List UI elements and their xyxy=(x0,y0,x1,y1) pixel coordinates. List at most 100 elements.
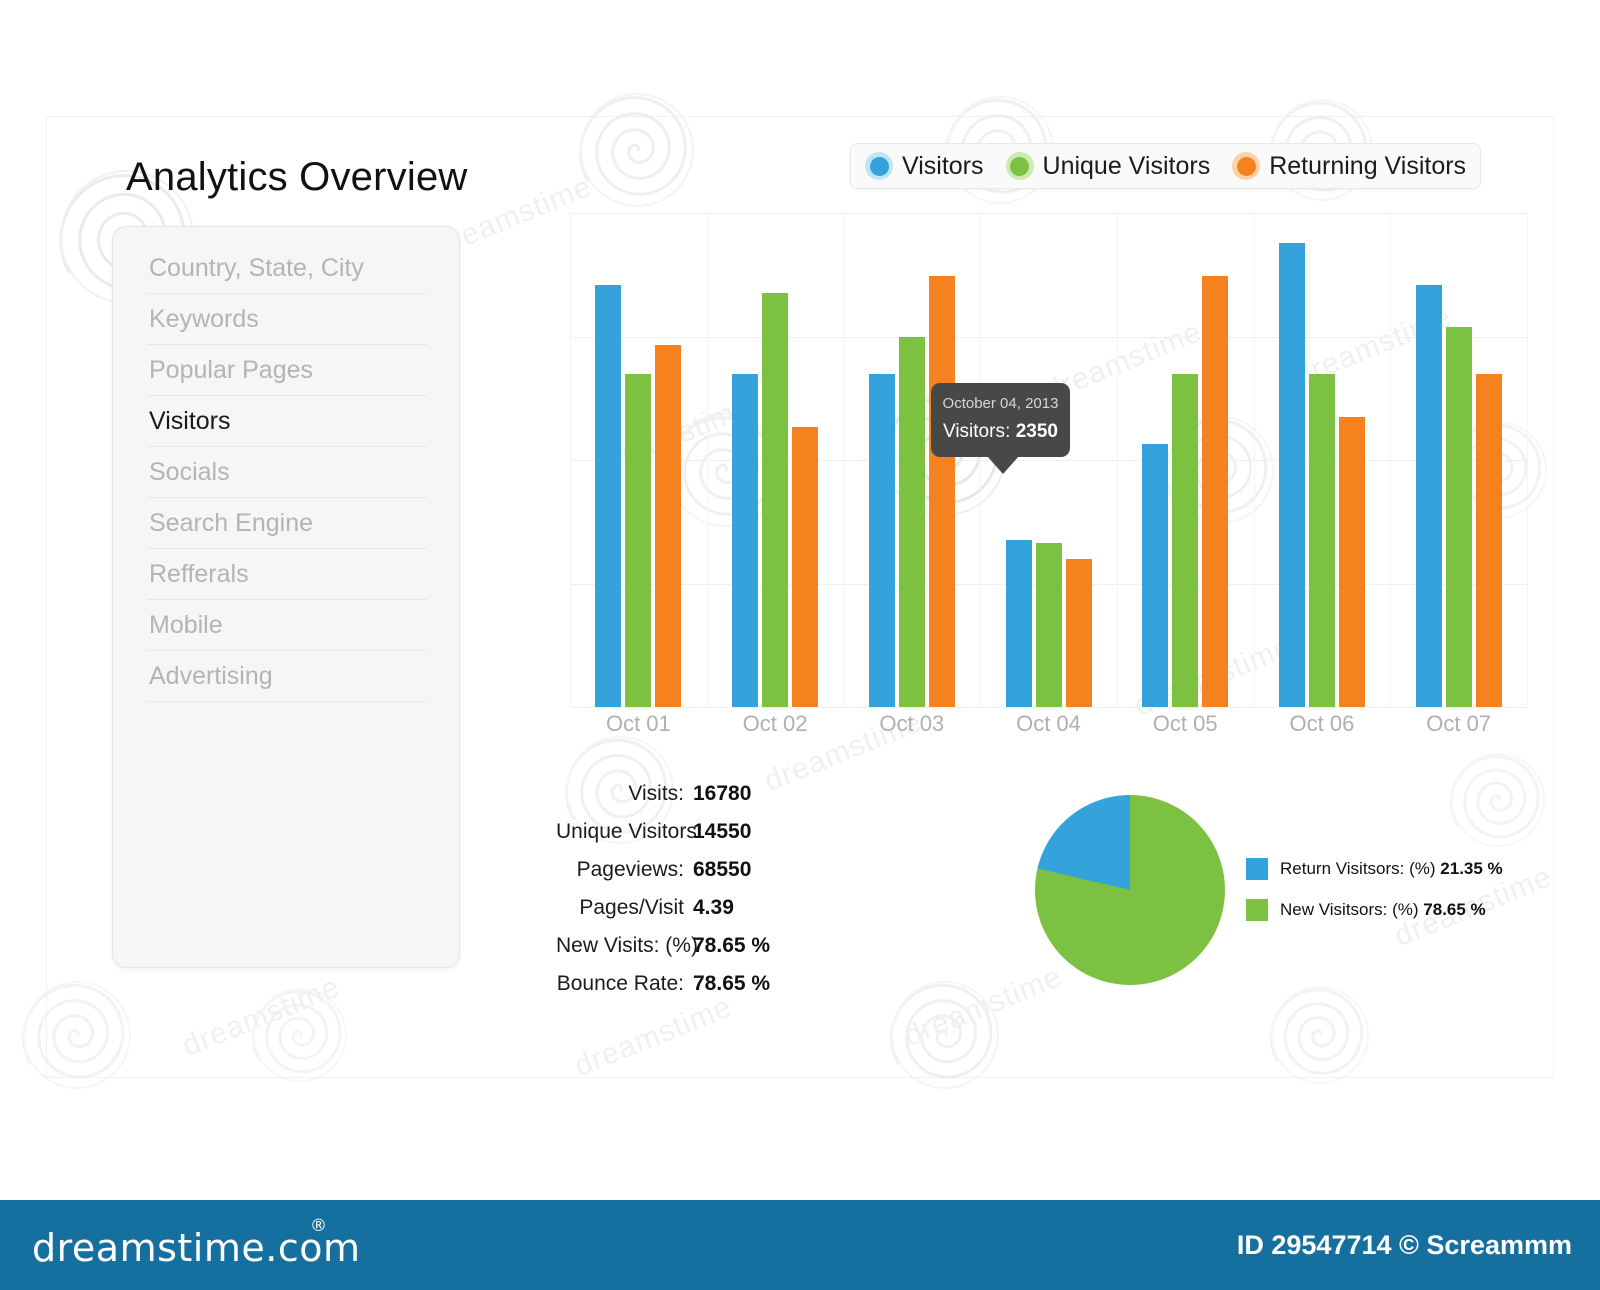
bar-group-oct-01 xyxy=(595,213,682,707)
stat-row: Pages/Visit 4.39 xyxy=(556,896,786,934)
gridline-vertical xyxy=(570,213,571,707)
sidebar-item-country-state-city[interactable]: Country, State, City xyxy=(147,243,427,294)
sidebar-item-mobile[interactable]: Mobile xyxy=(147,600,427,651)
bar-returning-visitors[interactable] xyxy=(792,426,819,707)
stat-row: Pageviews: 68550 xyxy=(556,858,786,896)
legend-item-1[interactable]: Unique Visitors xyxy=(1005,151,1211,181)
bar-visitors[interactable] xyxy=(1415,284,1442,707)
frame-line-top xyxy=(46,116,1554,117)
sidebar-item-socials[interactable]: Socials xyxy=(147,447,427,498)
pie-legend-label: New Visitsors: (%) xyxy=(1280,899,1419,919)
stat-row: Visits: 16780 xyxy=(556,782,786,820)
bar-visitors[interactable] xyxy=(732,373,759,707)
bar-unique-visitors[interactable] xyxy=(1445,326,1472,707)
bar-visitors[interactable] xyxy=(1142,443,1169,707)
legend-item-0[interactable]: Visitors xyxy=(865,152,984,181)
legend-swatch-circle-icon xyxy=(1232,152,1261,180)
tooltip-pointer-icon xyxy=(987,456,1019,474)
bar-group-oct-02 xyxy=(732,213,819,707)
sidebar-menu: Country, State, City Keywords Popular Page… xyxy=(147,243,427,702)
pie-legend-swatch-icon xyxy=(1246,898,1268,921)
sidebar-item-popular-pages[interactable]: Popular Pages xyxy=(147,345,427,396)
gridline-horizontal xyxy=(570,707,1527,708)
gridline-vertical xyxy=(980,213,981,707)
gridline-vertical xyxy=(707,213,708,707)
stat-label: Unique Visitors: xyxy=(556,820,703,843)
bar-unique-visitors[interactable] xyxy=(898,336,925,707)
dreamstime-logo: dreamstime.com ® xyxy=(32,1216,360,1270)
gridline-vertical xyxy=(1117,213,1118,707)
sidebar-item-search-engine[interactable]: Search Engine xyxy=(147,498,427,549)
stat-value: 68550 xyxy=(693,858,752,881)
sidebar-item-refferals[interactable]: Refferals xyxy=(147,549,427,600)
bar-returning-visitors[interactable] xyxy=(1202,276,1229,707)
bar-group-oct-03 xyxy=(868,213,955,707)
summary-stats: Visits: 16780 Unique Visitors: 14550 Pagevie… xyxy=(556,782,786,1010)
bar-unique-visitors[interactable] xyxy=(1035,542,1062,707)
pie-legend-row[interactable]: Return Visitsors: (%) 21.35 % xyxy=(1246,848,1503,889)
registered-mark-icon: ® xyxy=(310,1216,328,1236)
chart-tooltip: October 04, 2013 Visitors 2350 xyxy=(931,383,1070,474)
page-title: Analytics Overview xyxy=(126,155,468,199)
sidebar-item-keywords[interactable]: Keywords xyxy=(147,294,427,345)
bar-unique-visitors[interactable] xyxy=(625,373,652,707)
bar-unique-visitors[interactable] xyxy=(1308,373,1335,707)
x-axis-tick-label: Oct 03 xyxy=(879,711,945,736)
stat-label: Visits: xyxy=(628,782,684,805)
sidebar-item-visitors[interactable]: Visitors xyxy=(147,396,427,447)
pie-legend-value: 21.35 % xyxy=(1440,858,1503,878)
gridline-vertical xyxy=(1390,213,1391,707)
stat-value: 78.65 % xyxy=(693,934,771,957)
bar-visitors[interactable] xyxy=(1278,242,1305,707)
stat-row: Bounce Rate: 78.65 % xyxy=(556,972,786,1010)
chart-legend: Visitors Unique Visitors Returning Visitor… xyxy=(850,143,1482,189)
bar-returning-visitors[interactable] xyxy=(655,345,682,707)
legend-label: Unique Visitors xyxy=(1042,151,1211,180)
pie-legend-value: 78.65 % xyxy=(1423,899,1486,919)
pie-legend-label: Return Visitsors: (%) xyxy=(1280,858,1436,878)
stat-label: New Visits: (%) xyxy=(556,934,698,957)
frame-line-right xyxy=(1553,116,1554,1078)
bar-unique-visitors[interactable] xyxy=(762,293,789,707)
stat-value: 14550 xyxy=(693,820,752,843)
bar-returning-visitors[interactable] xyxy=(1065,558,1092,707)
pie-legend-text: Return Visitsors: (%) 21.35 % xyxy=(1280,859,1503,879)
bar-returning-visitors[interactable] xyxy=(928,276,955,707)
watermark-text: dreamstime xyxy=(177,970,345,1064)
tooltip-date: October 04, 2013 xyxy=(942,395,1059,412)
pie-legend-swatch-icon xyxy=(1246,857,1268,880)
stat-value: 4.39 xyxy=(693,896,734,919)
stat-label: Pages/Visit xyxy=(579,896,684,919)
stat-value: 78.65 % xyxy=(693,972,771,995)
x-axis-tick-label: Oct 05 xyxy=(1152,711,1218,736)
frame-line-bottom xyxy=(46,1077,1554,1078)
bar-unique-visitors[interactable] xyxy=(1172,373,1199,707)
legend-label: Returning Visitors xyxy=(1269,151,1467,180)
bar-returning-visitors[interactable] xyxy=(1475,373,1502,707)
bar-group-oct-07 xyxy=(1415,213,1502,707)
visitors-pie-chart xyxy=(1035,795,1225,985)
pie-legend-text: New Visitsors: (%) 78.65 % xyxy=(1280,900,1486,920)
bar-visitors[interactable] xyxy=(868,373,895,707)
legend-swatch-circle-icon xyxy=(1005,152,1034,180)
stat-row: New Visits: (%) 78.65 % xyxy=(556,934,786,972)
legend-item-2[interactable]: Returning Visitors xyxy=(1232,152,1466,181)
tooltip-value: 2350 xyxy=(1005,421,1058,443)
bar-chart: Oct 01 Oct 02 Oct 03 Oct 04 Oct 05 Oct 06 Oct … xyxy=(570,213,1528,736)
bar-visitors[interactable] xyxy=(1005,540,1032,707)
sidebar-item-advertising[interactable]: Advertising xyxy=(147,651,427,702)
x-axis-tick-label: Oct 02 xyxy=(742,711,808,736)
dashboard-root: dreamstime dreamstime dreamstime dreamstime… xyxy=(0,0,1600,1290)
gridline-vertical xyxy=(1527,213,1528,707)
pie-chart-container xyxy=(1035,795,1225,985)
legend-swatch-circle-icon xyxy=(865,152,893,180)
bar-returning-visitors[interactable] xyxy=(1338,416,1365,707)
frame-line-left xyxy=(46,116,47,1078)
stat-value: 16780 xyxy=(693,782,752,805)
x-axis-tick-label: Oct 04 xyxy=(1016,711,1081,736)
legend-label: Visitors xyxy=(902,151,984,180)
pie-legend-row[interactable]: New Visitsors: (%) 78.65 % xyxy=(1246,889,1503,930)
bar-visitors[interactable] xyxy=(595,284,622,707)
sidebar-panel: Country, State, City Keywords Popular Page… xyxy=(112,226,460,968)
pie-chart-legend: Return Visitsors: (%) 21.35 % New Visitso… xyxy=(1246,848,1503,930)
